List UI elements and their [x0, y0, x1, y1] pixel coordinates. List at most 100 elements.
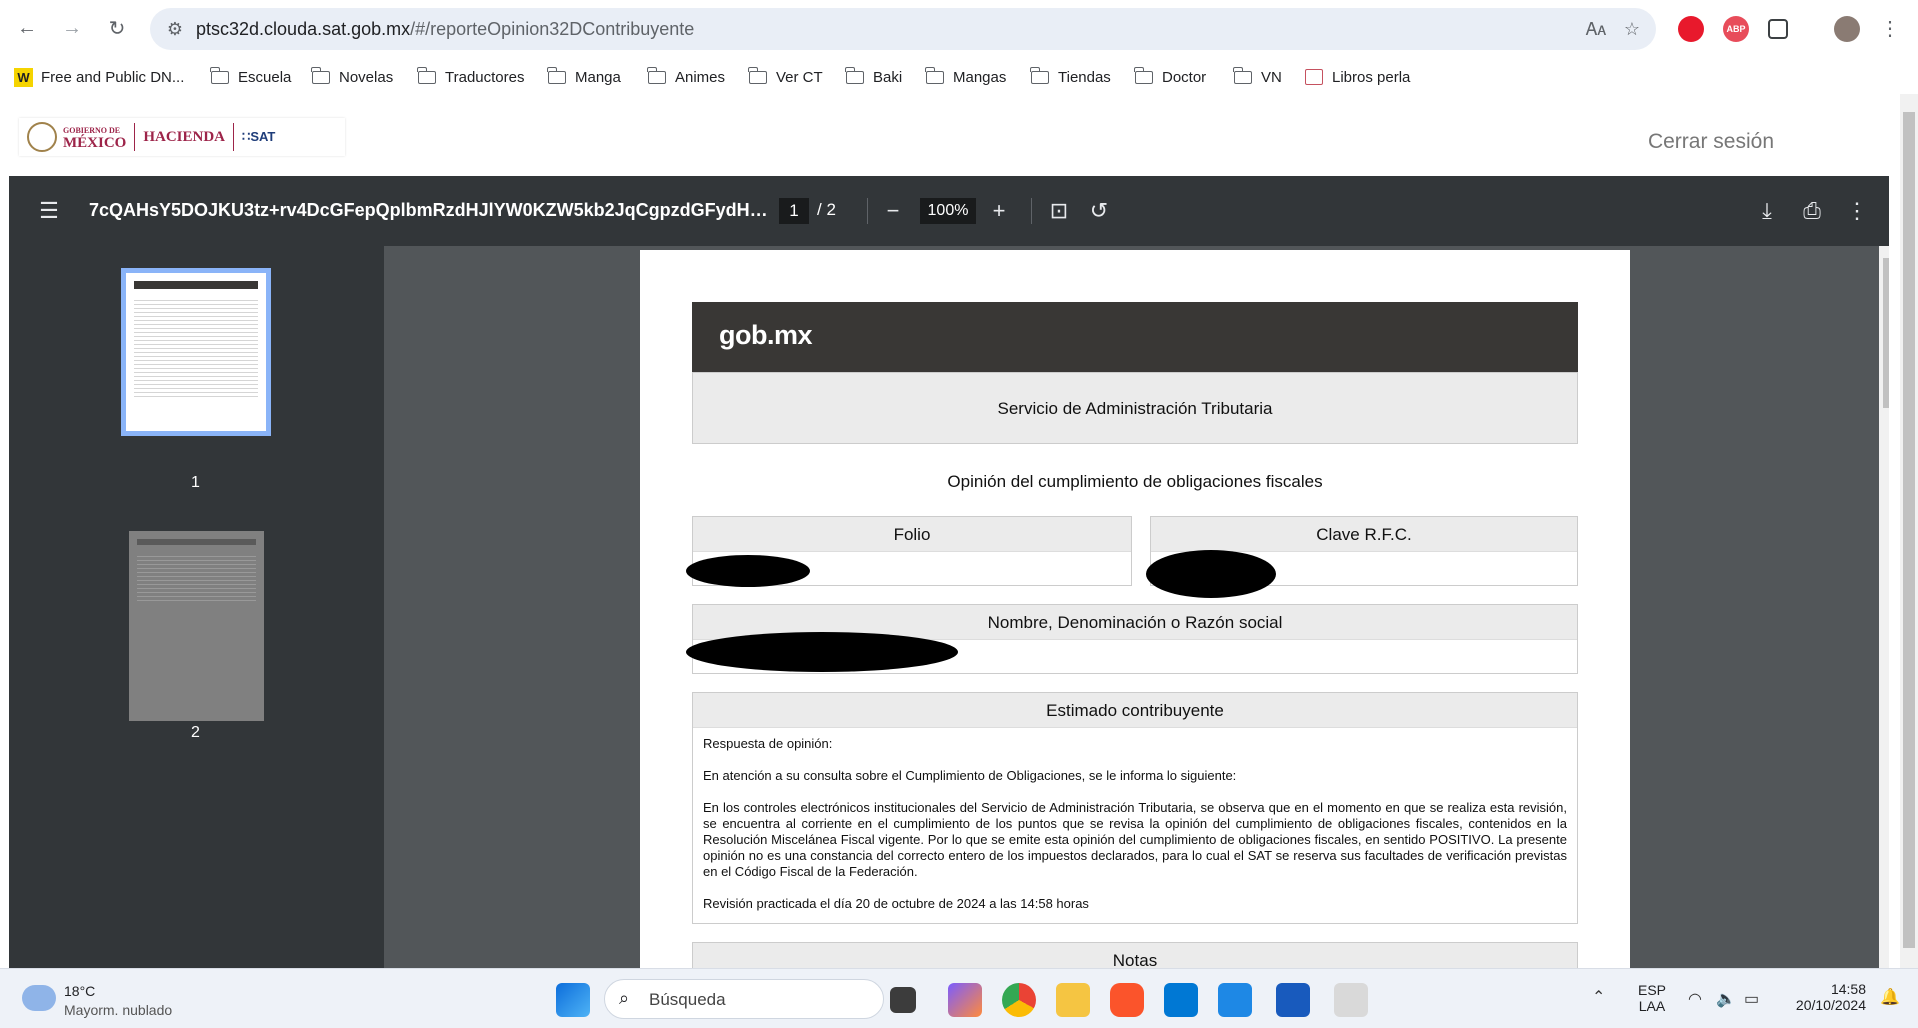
more-options-icon[interactable]: ⋮ [1843, 197, 1871, 225]
redaction-name [686, 632, 958, 672]
browser-menu-icon[interactable]: ⋮ [1874, 12, 1906, 44]
site-header: GOBIERNO DE MÉXICO HACIENDA ∷SAT Cerrar … [0, 94, 1900, 174]
print-icon[interactable]: ⎙ [1798, 197, 1826, 225]
mexico-seal-icon [27, 122, 57, 152]
folder-icon [547, 66, 566, 84]
page-total: / 2 [817, 200, 836, 219]
volume-icon[interactable]: 🔈 [1716, 989, 1736, 1009]
copilot-icon[interactable] [948, 983, 982, 1017]
thumbnail-label: 1 [191, 474, 200, 491]
notas-label: Notas [693, 943, 1577, 968]
notepad-icon[interactable] [1218, 983, 1252, 1017]
zoom-level-input[interactable]: 100% [920, 198, 976, 224]
chrome-icon[interactable] [1002, 983, 1036, 1017]
folder-icon [311, 66, 330, 84]
cloud-weather-icon[interactable] [22, 985, 56, 1011]
site-info-icon[interactable]: ⚙ [163, 17, 187, 41]
bookmark-libros-perla[interactable]: Libros perla [1305, 64, 1410, 90]
bookmark-folder-mangas[interactable]: Mangas [925, 64, 1006, 90]
bookmark-folder-doctor[interactable]: Doctor [1134, 64, 1206, 90]
logo-divider [134, 123, 136, 151]
weather-desc[interactable]: Mayorm. nublado [64, 1002, 172, 1018]
agency-name: Servicio de Administración Tributaria [692, 372, 1578, 444]
fit-page-icon[interactable]: ⊡ [1045, 197, 1073, 225]
page-number-input[interactable]: 1 [779, 198, 809, 224]
bookmark-star-icon[interactable]: ☆ [1620, 17, 1644, 41]
thumbnail-label: 2 [191, 724, 200, 741]
logo-gobierno-text: GOBIERNO DE MÉXICO [63, 125, 126, 151]
bookmark-folder-manga[interactable]: Manga [547, 64, 621, 90]
page-scroll-thumb[interactable] [1903, 112, 1915, 948]
pdf-scroll-thumb[interactable] [1883, 258, 1889, 408]
thumb-lines [134, 297, 258, 397]
brave-icon[interactable] [1110, 983, 1144, 1017]
estimado-section: Estimado contribuyente Respuesta de opin… [692, 692, 1578, 924]
vscode-icon[interactable] [1164, 983, 1198, 1017]
file-explorer-icon[interactable] [1056, 983, 1090, 1017]
bookmark-folder-traductores[interactable]: Traductores [417, 64, 524, 90]
clock[interactable]: 14:58 20/10/2024 [1790, 981, 1866, 1013]
sidebar-menu-icon[interactable]: ☰ [35, 197, 63, 225]
estimado-body: Respuesta de opinión: En atención a su c… [693, 728, 1577, 936]
weather-temp[interactable]: 18°C [64, 983, 95, 999]
url-text: ptsc32d.clouda.sat.gob.mx/#/reporteOpini… [196, 19, 695, 39]
toolbar-divider [867, 198, 868, 224]
download-icon[interactable]: ⤓ [1753, 197, 1781, 225]
government-logo[interactable]: GOBIERNO DE MÉXICO HACIENDA ∷SAT [19, 118, 345, 156]
bookmark-folder-vn[interactable]: VN [1233, 64, 1282, 90]
folder-icon [210, 66, 229, 84]
pdf-scrollbar[interactable] [1879, 246, 1889, 968]
bookmark-folder-escuela[interactable]: Escuela [210, 64, 291, 90]
pdf-page-1: gob.mx Servicio de Administración Tribut… [640, 250, 1630, 968]
stop-extension-icon[interactable] [1678, 16, 1704, 42]
lang-layout: LAA [1638, 998, 1666, 1014]
bookmark-free-dns[interactable]: W Free and Public DN... [14, 64, 184, 90]
logo-sat: ∷SAT [242, 129, 276, 144]
page-scrollbar[interactable] [1900, 94, 1918, 968]
address-bar[interactable]: ⚙ ptsc32d.clouda.sat.gob.mx/#/reporteOpi… [150, 8, 1656, 50]
thumbnail-page-2[interactable] [129, 531, 264, 721]
book-icon [1305, 69, 1323, 85]
chevron-up-icon[interactable]: ⌃ [1592, 987, 1605, 1007]
back-button[interactable]: ← [11, 12, 43, 44]
forward-button[interactable]: → [56, 12, 88, 44]
pdf-toolbar: ☰ 7cQAHsY5DOJKU3tz+rv4DcGFepQplbmRzdHJlY… [9, 176, 1889, 246]
start-button[interactable] [556, 983, 590, 1017]
snipping-tool-icon[interactable] [1334, 983, 1368, 1017]
folder-icon [748, 66, 767, 84]
pdf-document-area[interactable]: gob.mx Servicio de Administración Tribut… [384, 246, 1889, 968]
adblock-plus-icon[interactable]: ABP [1723, 16, 1749, 42]
thumbnail-page-1[interactable] [121, 268, 271, 436]
folder-icon [1134, 66, 1153, 84]
rotate-icon[interactable]: ↺ [1085, 197, 1113, 225]
zoom-in-icon[interactable]: + [985, 197, 1013, 225]
notas-section: Notas [692, 942, 1578, 968]
logout-link[interactable]: Cerrar sesión [1648, 130, 1774, 154]
wifi-icon[interactable]: ◠ [1688, 989, 1702, 1009]
bookmark-folder-tiendas[interactable]: Tiendas [1030, 64, 1111, 90]
extensions-puzzle-icon[interactable] [1768, 19, 1788, 39]
redaction-rfc [1146, 550, 1276, 598]
folder-icon [845, 66, 864, 84]
page-content: GOBIERNO DE MÉXICO HACIENDA ∷SAT Cerrar … [0, 94, 1900, 968]
zoom-out-icon[interactable]: − [879, 197, 907, 225]
bookmark-folder-ver-ct[interactable]: Ver CT [748, 64, 823, 90]
profile-avatar[interactable] [1834, 16, 1860, 42]
bookmark-folder-baki[interactable]: Baki [845, 64, 902, 90]
word-icon[interactable] [1276, 983, 1310, 1017]
bookmark-folder-animes[interactable]: Animes [647, 64, 725, 90]
folder-icon [925, 66, 944, 84]
battery-icon[interactable]: ▭ [1744, 989, 1759, 1009]
opinion-body-text: En los controles electrónicos institucio… [703, 800, 1567, 879]
taskbar-search[interactable]: ⌕ Búsqueda [604, 979, 884, 1019]
thumbnail-sidebar: 1 2 [9, 246, 384, 968]
task-view-icon[interactable] [890, 987, 916, 1013]
language-indicator[interactable]: ESP LAA [1638, 982, 1666, 1014]
clock-date: 20/10/2024 [1795, 997, 1866, 1013]
browser-toolbar: ← → ↻ ⚙ ptsc32d.clouda.sat.gob.mx/#/repo… [0, 0, 1918, 58]
thumb-banner [134, 281, 258, 289]
translate-icon[interactable]: 🗛 [1584, 17, 1608, 41]
reload-button[interactable]: ↻ [101, 12, 133, 44]
notifications-icon[interactable]: 🔔 [1880, 987, 1900, 1007]
bookmark-folder-novelas[interactable]: Novelas [311, 64, 393, 90]
